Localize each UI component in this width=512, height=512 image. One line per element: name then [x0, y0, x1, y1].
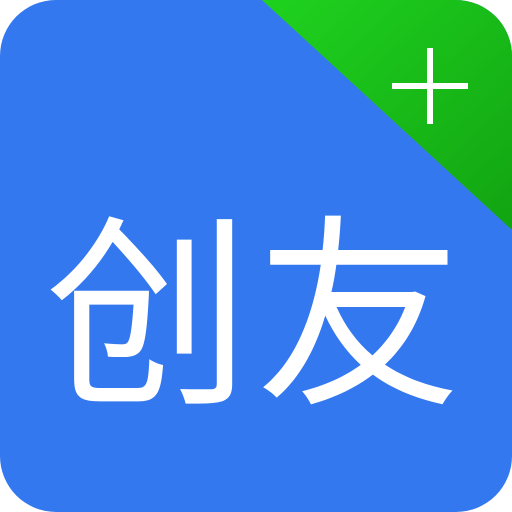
app-name-text: 创友 [45, 199, 467, 437]
app-icon[interactable]: 创友 [0, 0, 512, 512]
